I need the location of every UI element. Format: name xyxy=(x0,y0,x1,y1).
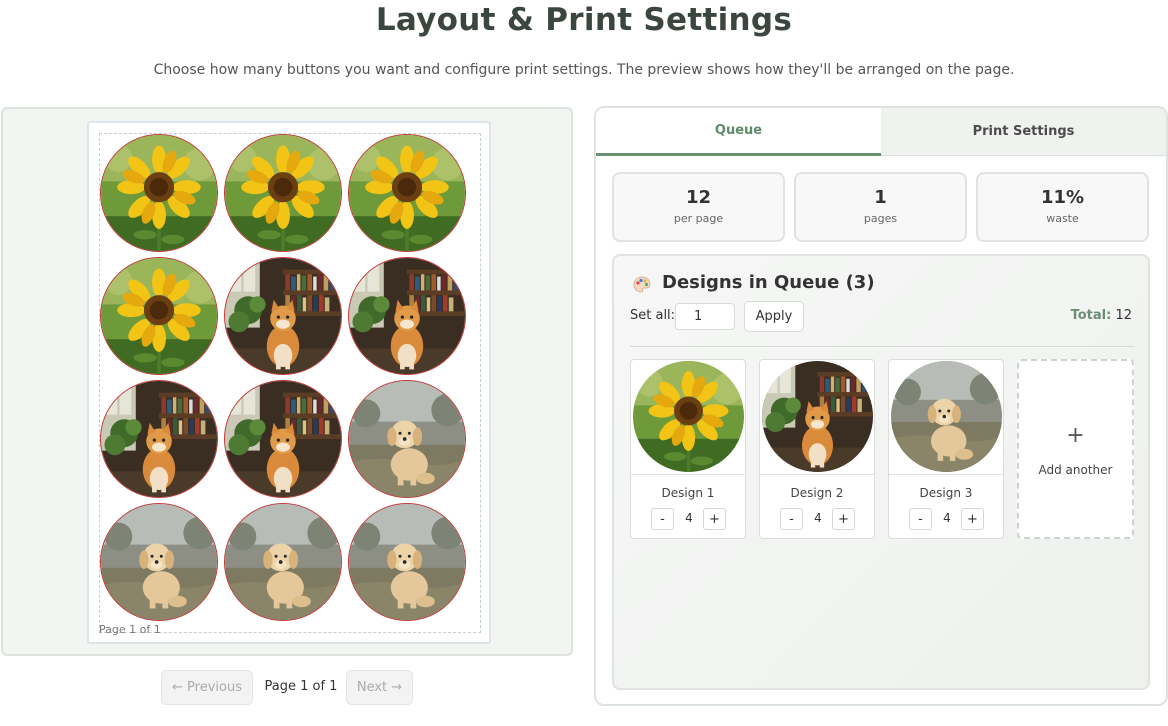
set-all-label: Set all: xyxy=(630,308,676,323)
add-design-button[interactable]: + Add another xyxy=(1017,359,1134,539)
print-sheet: Page 1 of 1 xyxy=(87,121,491,644)
divider xyxy=(630,346,1134,347)
stat-label: waste xyxy=(1046,212,1079,225)
preview-button-sunflower xyxy=(224,134,342,252)
preview-button-cat xyxy=(348,257,466,375)
preview-button-sunflower xyxy=(100,134,218,252)
preview-button-puppy xyxy=(100,503,218,621)
divider xyxy=(760,474,874,475)
tab-print-settings[interactable]: Print Settings xyxy=(881,108,1166,156)
stat-waste: 11% waste xyxy=(976,172,1149,242)
design-thumbnail xyxy=(891,361,1002,472)
decrease-quantity-button[interactable]: - xyxy=(651,508,674,530)
palette-icon xyxy=(633,276,651,293)
stat-value: 11% xyxy=(1040,187,1085,208)
page-subtitle: Choose how many buttons you want and con… xyxy=(153,62,1015,78)
preview-button-cat xyxy=(224,257,342,375)
increase-quantity-button[interactable]: + xyxy=(961,508,984,530)
design-card-2[interactable]: Design 2 - 4 + xyxy=(759,359,875,539)
queue-total: Total: 12 xyxy=(1071,308,1132,323)
total-label: Total: xyxy=(1070,308,1112,323)
preview-button-puppy xyxy=(224,503,342,621)
decrease-quantity-button[interactable]: - xyxy=(909,508,932,530)
divider xyxy=(631,474,745,475)
settings-panel: Queue Print Settings 12 per page 1 pages… xyxy=(594,106,1168,706)
stat-value: 12 xyxy=(685,187,712,208)
layout-preview-panel: Page 1 of 1 xyxy=(1,107,573,656)
design-thumbnail xyxy=(762,361,873,472)
increase-quantity-button[interactable]: + xyxy=(703,508,726,530)
preview-button-puppy xyxy=(348,380,466,498)
stat-pages: 1 pages xyxy=(794,172,967,242)
design-thumbnail xyxy=(633,361,744,472)
total-value: 12 xyxy=(1115,308,1132,323)
designs-queue: Designs in Queue (3) Set all: Apply Tota… xyxy=(612,254,1150,690)
queue-title: Designs in Queue (3) xyxy=(662,272,875,293)
design-name: Design 2 xyxy=(790,486,844,500)
quantity-value: 4 xyxy=(814,511,822,525)
design-name: Design 1 xyxy=(661,486,715,500)
design-card-1[interactable]: Design 1 - 4 + xyxy=(630,359,746,539)
tab-queue[interactable]: Queue xyxy=(596,108,881,156)
preview-button-cat xyxy=(224,380,342,498)
design-name: Design 3 xyxy=(919,486,973,500)
decrease-quantity-button[interactable]: - xyxy=(780,508,803,530)
sheet-page-label: Page 1 of 1 xyxy=(99,623,161,636)
preview-button-sunflower xyxy=(348,134,466,252)
stat-per-page: 12 per page xyxy=(612,172,785,242)
next-page-button[interactable]: Next → xyxy=(346,670,413,705)
preview-button-sunflower xyxy=(100,257,218,375)
page-indicator: Page 1 of 1 xyxy=(264,679,338,694)
page-title: Layout & Print Settings xyxy=(375,2,793,38)
stat-value: 1 xyxy=(874,187,887,208)
plus-icon: + xyxy=(1066,423,1085,448)
preview-button-cat xyxy=(100,380,218,498)
previous-page-button[interactable]: ← Previous xyxy=(161,670,253,705)
panel-tabs: Queue Print Settings xyxy=(596,108,1166,156)
quantity-value: 4 xyxy=(943,511,951,525)
set-all-input[interactable] xyxy=(675,303,735,330)
design-card-3[interactable]: Design 3 - 4 + xyxy=(888,359,1004,539)
divider xyxy=(889,474,1003,475)
preview-button-puppy xyxy=(348,503,466,621)
apply-button[interactable]: Apply xyxy=(744,301,804,332)
increase-quantity-button[interactable]: + xyxy=(832,508,855,530)
stat-label: pages xyxy=(863,212,898,225)
add-design-label: Add another xyxy=(1038,463,1113,477)
stat-label: per page xyxy=(673,212,724,225)
quantity-value: 4 xyxy=(685,511,693,525)
